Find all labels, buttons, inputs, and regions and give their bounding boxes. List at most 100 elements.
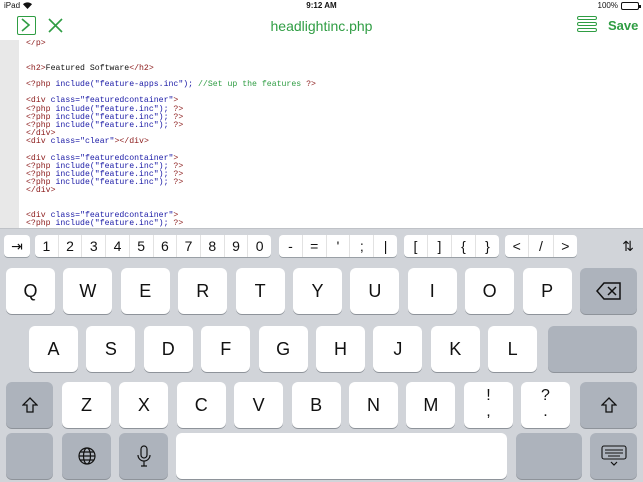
digit-keys: 1234567890 bbox=[35, 235, 271, 257]
menu-icon[interactable] bbox=[577, 16, 597, 35]
digit-key[interactable]: 5 bbox=[130, 235, 154, 257]
key-y[interactable]: Y bbox=[293, 268, 342, 314]
code-token: include( bbox=[55, 178, 95, 188]
key-o[interactable]: O bbox=[465, 268, 515, 314]
microphone-icon[interactable] bbox=[119, 433, 168, 479]
operator-key[interactable]: - bbox=[279, 235, 303, 257]
code-token: "feature.inc" bbox=[94, 120, 159, 130]
code-token: include( bbox=[55, 120, 95, 130]
code-token: ?> bbox=[168, 120, 184, 130]
code-token: ?> bbox=[301, 79, 316, 89]
exclaim-comma-key[interactable]: !, bbox=[464, 382, 513, 428]
code-line: <?php include("feature.inc"); ?> bbox=[0, 179, 643, 187]
digit-key[interactable]: 7 bbox=[177, 235, 201, 257]
key-l[interactable]: L bbox=[488, 326, 538, 372]
code-text: <div class="clear"></div> bbox=[26, 138, 149, 146]
question-period-key[interactable]: ?. bbox=[521, 382, 570, 428]
angle-key[interactable]: / bbox=[529, 235, 554, 257]
code-token: </h2> bbox=[129, 63, 154, 73]
key-q[interactable]: Q bbox=[6, 268, 55, 314]
file-title: headlightinc.php bbox=[270, 18, 373, 34]
exclaim-char: ! bbox=[486, 387, 491, 404]
angle-keys: < / > bbox=[505, 235, 577, 257]
operator-key[interactable]: ; bbox=[350, 235, 375, 257]
key-h[interactable]: H bbox=[316, 326, 365, 372]
menu-bar-top bbox=[577, 16, 597, 20]
bracket-key[interactable]: { bbox=[452, 235, 476, 257]
code-token: ></div> bbox=[114, 137, 149, 147]
code-token: ); bbox=[158, 178, 169, 188]
key-m[interactable]: M bbox=[406, 382, 456, 428]
backspace-icon[interactable] bbox=[580, 268, 637, 314]
tab-key[interactable]: ⇥ bbox=[4, 235, 30, 257]
key-g[interactable]: G bbox=[258, 326, 308, 372]
operator-keys: - = '; | bbox=[279, 235, 397, 257]
key-p[interactable]: P bbox=[522, 268, 572, 314]
space-bar[interactable] bbox=[176, 433, 507, 479]
key-f[interactable]: F bbox=[201, 326, 251, 372]
code-text: <?php include("feature.inc"); ?> bbox=[26, 220, 183, 228]
digit-key[interactable]: 9 bbox=[225, 235, 249, 257]
key-d[interactable]: D bbox=[143, 326, 193, 372]
operator-key[interactable]: | bbox=[374, 235, 397, 257]
key-u[interactable]: U bbox=[350, 268, 400, 314]
operator-key[interactable]: = bbox=[303, 235, 327, 257]
status-bar: iPad 9:12 AM 100% bbox=[0, 0, 643, 12]
key-b[interactable]: B bbox=[291, 382, 341, 428]
digit-key[interactable]: 6 bbox=[154, 235, 178, 257]
angle-key[interactable]: < bbox=[505, 235, 530, 257]
code-token: </div> bbox=[26, 186, 56, 196]
key-a[interactable]: A bbox=[29, 326, 78, 372]
key-i[interactable]: I bbox=[407, 268, 457, 314]
numbers-key-left[interactable] bbox=[6, 433, 53, 479]
key-s[interactable]: S bbox=[86, 326, 136, 372]
key-r[interactable]: R bbox=[178, 268, 228, 314]
key-e[interactable]: E bbox=[120, 268, 170, 314]
keyboard-accessory-bar: ⇥ 1234567890 - = '; | []{} < / > ⇅ bbox=[0, 228, 643, 260]
bracket-key[interactable]: ] bbox=[428, 235, 452, 257]
code-token: <?php bbox=[26, 219, 56, 228]
numbers-key-right[interactable] bbox=[516, 433, 582, 479]
code-token: include( bbox=[55, 79, 95, 89]
bracket-key[interactable]: } bbox=[476, 235, 499, 257]
code-line: <div class="clear"></div> bbox=[0, 138, 643, 146]
key-n[interactable]: N bbox=[349, 382, 398, 428]
code-token: ); bbox=[158, 120, 169, 130]
key-w[interactable]: W bbox=[63, 268, 113, 314]
bracket-keys: []{} bbox=[404, 235, 499, 257]
code-editor[interactable]: </p> <h2>Featured Software</h2> <?php incl… bbox=[0, 40, 643, 228]
shift-right-icon[interactable] bbox=[580, 382, 637, 428]
key-j[interactable]: J bbox=[373, 326, 423, 372]
swap-icon[interactable]: ⇅ bbox=[617, 235, 639, 257]
key-k[interactable]: K bbox=[430, 326, 480, 372]
key-x[interactable]: X bbox=[119, 382, 169, 428]
angle-key[interactable]: > bbox=[554, 235, 577, 257]
operator-key[interactable]: ' bbox=[327, 235, 351, 257]
save-button[interactable]: Save bbox=[608, 18, 638, 33]
code-token: class= bbox=[50, 137, 81, 147]
digit-key[interactable]: 1 bbox=[35, 235, 59, 257]
globe-icon[interactable] bbox=[62, 433, 111, 479]
code-token: <div bbox=[26, 137, 51, 147]
key-z[interactable]: Z bbox=[62, 382, 111, 428]
digit-key[interactable]: 0 bbox=[248, 235, 271, 257]
return-key[interactable] bbox=[548, 326, 637, 372]
code-line: </div> bbox=[0, 187, 643, 195]
code-line: <?php include("feature.inc"); ?> bbox=[0, 120, 643, 130]
keyboard: ⇥ 1234567890 - = '; | []{} < / > ⇅ QWERTYUIOP… bbox=[0, 228, 643, 482]
bracket-key[interactable]: [ bbox=[404, 235, 428, 257]
key-v[interactable]: V bbox=[234, 382, 284, 428]
digit-key[interactable]: 3 bbox=[82, 235, 107, 257]
key-c[interactable]: C bbox=[176, 382, 226, 428]
hide-keyboard-icon[interactable] bbox=[590, 433, 637, 479]
digit-key[interactable]: 8 bbox=[201, 235, 225, 257]
battery-percent: 100% bbox=[597, 1, 618, 10]
key-t[interactable]: T bbox=[235, 268, 285, 314]
code-token: Featured Software bbox=[45, 63, 130, 73]
digit-key[interactable]: 2 bbox=[59, 235, 83, 257]
menu-bar-bottom bbox=[577, 28, 597, 32]
digit-key[interactable]: 4 bbox=[106, 235, 130, 257]
code-text: <?php include("feature-apps.inc"); //Set… bbox=[26, 79, 316, 89]
shift-left-icon[interactable] bbox=[6, 382, 53, 428]
